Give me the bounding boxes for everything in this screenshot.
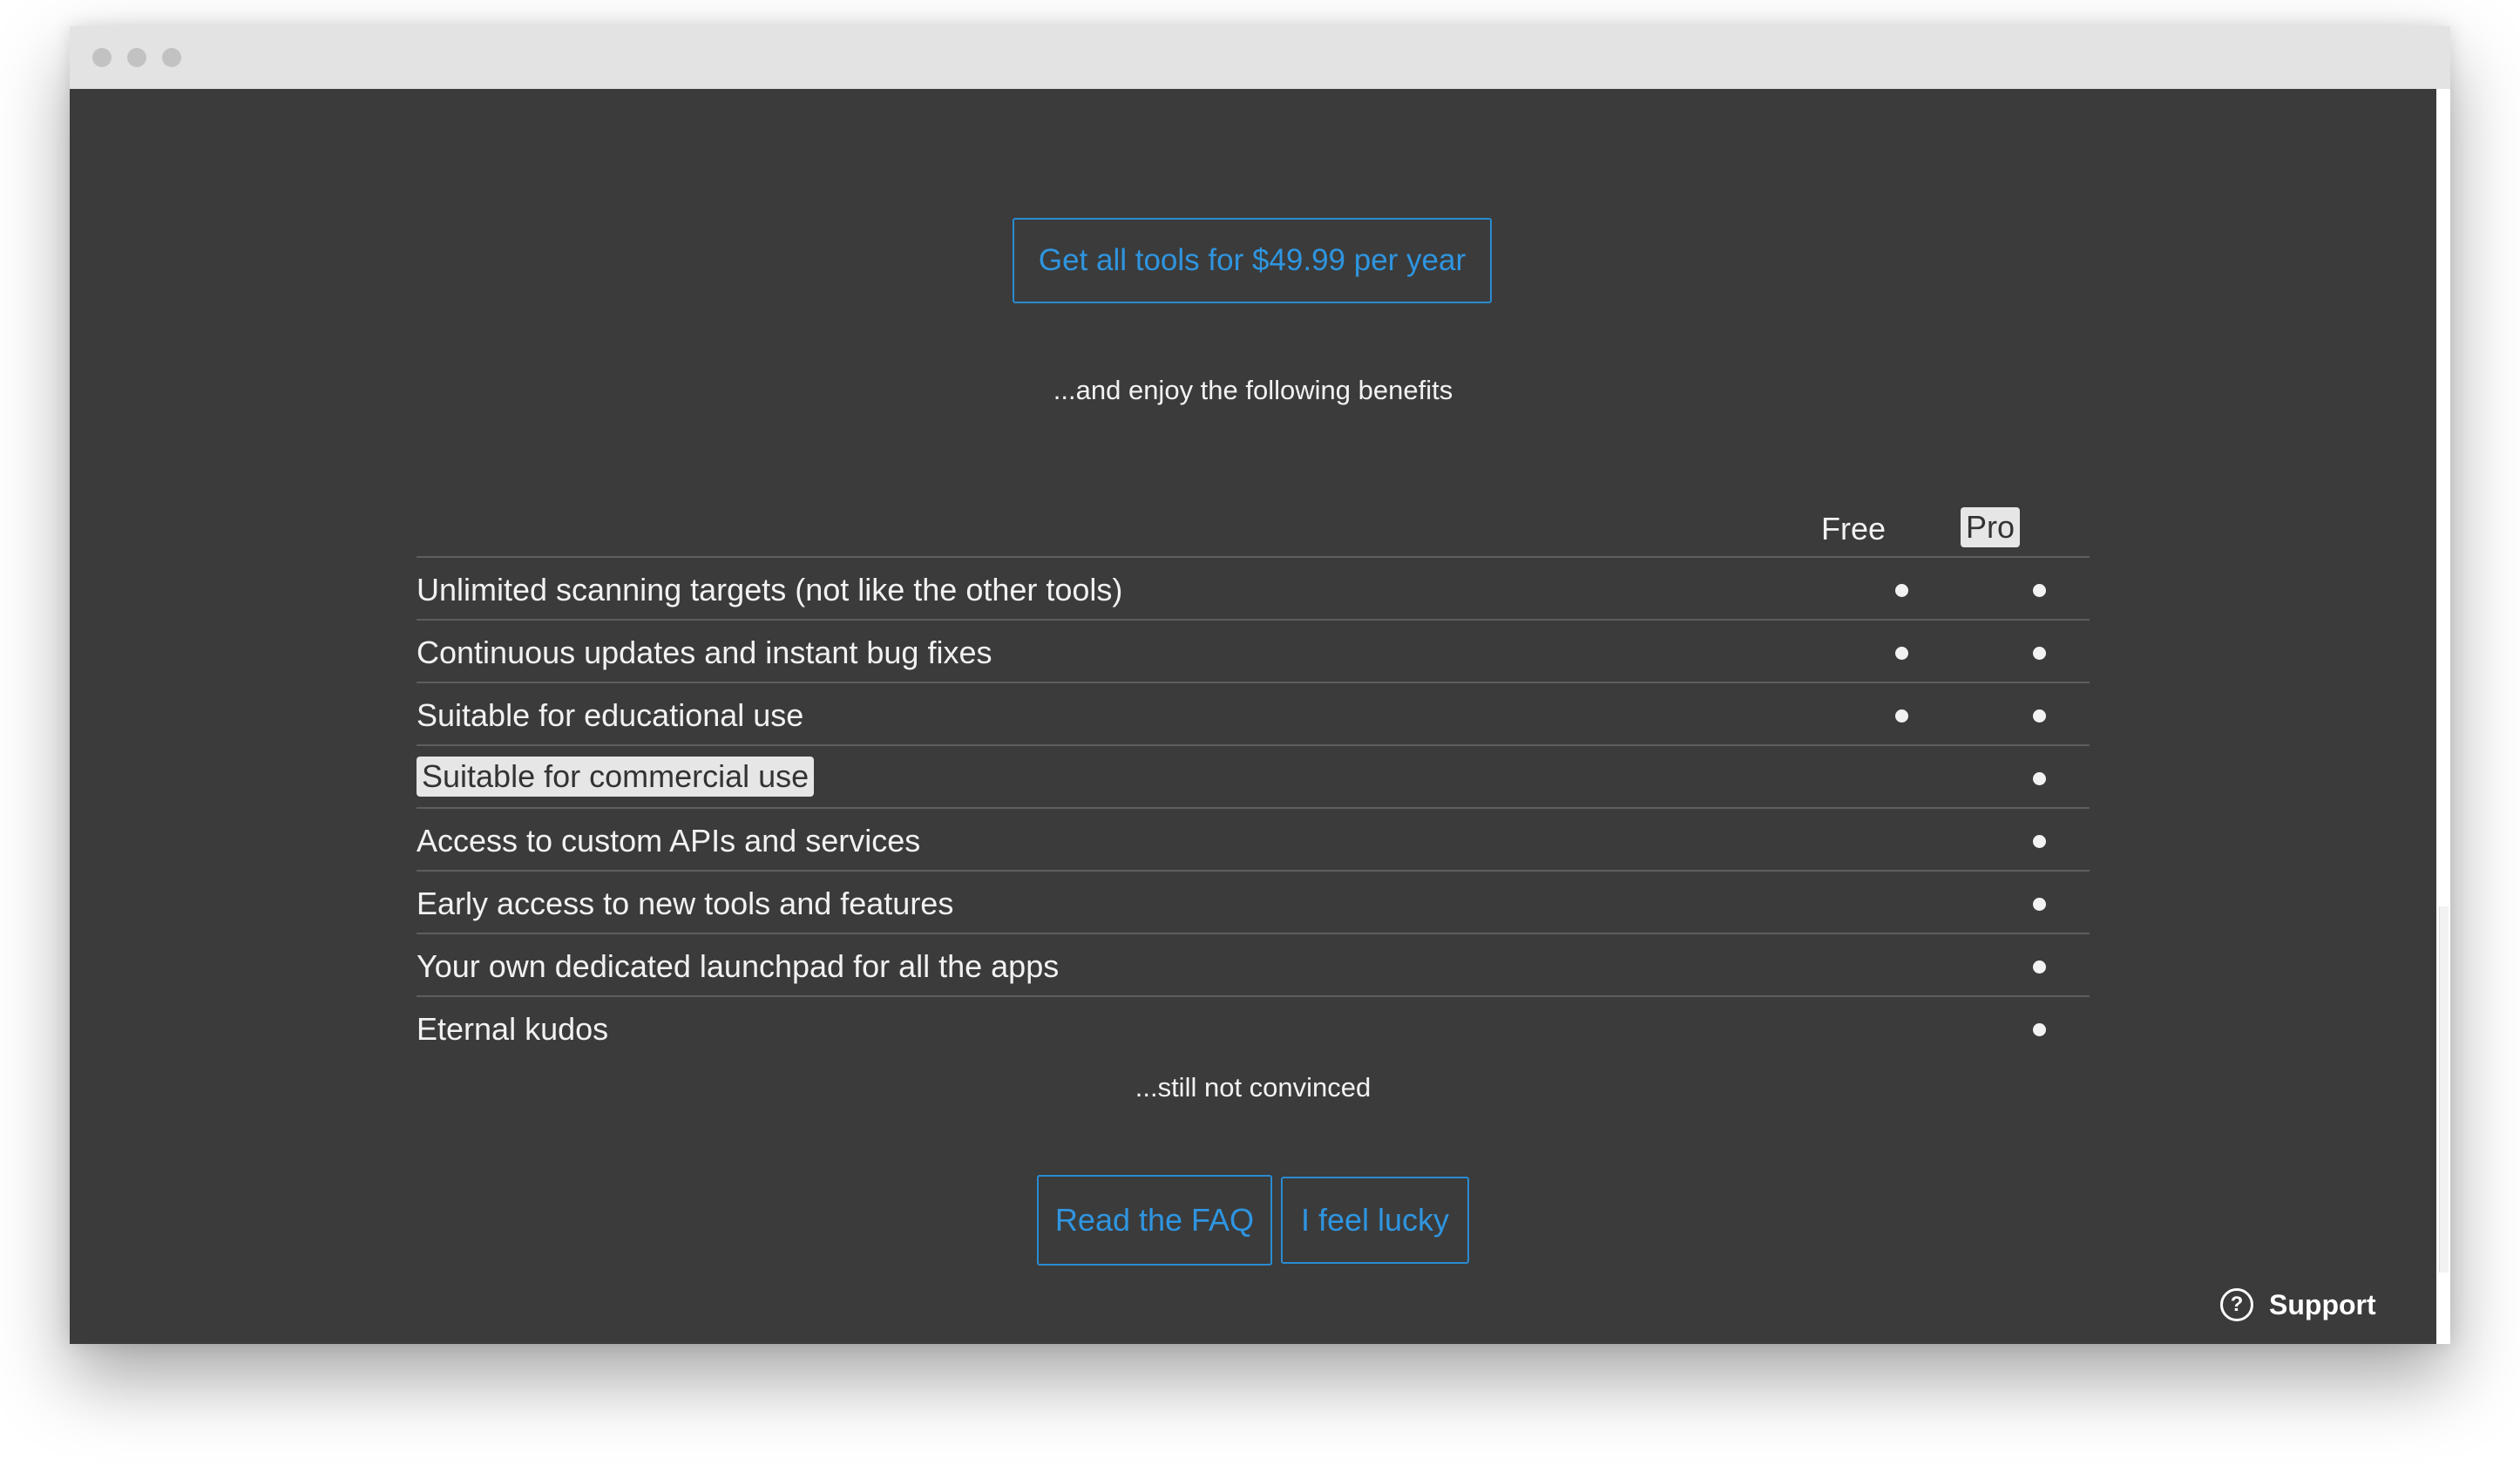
benefit-label: Access to custom APIs and services: [417, 823, 921, 859]
plan-comparison-table: Free Pro Unlimited scanning targets (not…: [417, 492, 2090, 1058]
table-row: Your own dedicated launchpad for all the…: [417, 934, 2090, 997]
benefit-label: Your own dedicated launchpad for all the…: [417, 948, 1060, 984]
benefit-label: Unlimited scanning targets (not like the…: [417, 572, 1123, 607]
pro-check-bullet-icon: [2033, 898, 2046, 911]
pro-check-bullet-icon: [2033, 835, 2046, 848]
column-pro: Pro: [1961, 507, 2021, 547]
pro-check-bullet-icon: [2033, 709, 2046, 723]
pro-check-bullet-icon: [2033, 960, 2046, 974]
table-row: Early access to new tools and features: [417, 872, 2090, 934]
support-button[interactable]: ? Support: [2220, 1285, 2376, 1325]
column-free: Free: [1821, 511, 1887, 546]
table-row: Eternal kudos: [417, 997, 2090, 1058]
page-content: Get all tools for $49.99 per year ...and…: [70, 89, 2436, 1344]
feel-lucky-button[interactable]: I feel lucky: [1281, 1177, 1469, 1264]
pro-check-bullet-icon: [2033, 647, 2046, 660]
benefits-intro-text: ...and enjoy the following benefits: [1053, 375, 1453, 405]
not-convinced-text: ...still not convinced: [1135, 1072, 1372, 1103]
benefit-label: Suitable for commercial use: [417, 757, 815, 797]
table-row: Access to custom APIs and services: [417, 809, 2090, 872]
table-row: Continuous updates and instant bug fixes: [417, 621, 2090, 683]
table-header: Free Pro: [417, 492, 2090, 558]
table-row: Suitable for commercial use: [417, 746, 2090, 809]
free-check-bullet-icon: [1895, 709, 1908, 723]
benefit-label: Early access to new tools and features: [417, 886, 954, 921]
table-body: Unlimited scanning targets (not like the…: [417, 558, 2090, 1058]
support-label: Support: [2269, 1288, 2376, 1320]
scrollbar-thumb[interactable]: [2439, 906, 2449, 1273]
benefit-label: Continuous updates and instant bug fixes: [417, 635, 992, 670]
read-faq-button[interactable]: Read the FAQ: [1037, 1175, 1272, 1266]
browser-window: Get all tools for $49.99 per year ...and…: [70, 26, 2450, 1344]
minimize-window-icon[interactable]: [127, 48, 146, 67]
maximize-window-icon[interactable]: [162, 48, 181, 67]
question-circle-icon: ?: [2220, 1288, 2253, 1321]
window-titlebar: [70, 26, 2450, 89]
pro-check-bullet-icon: [2033, 584, 2046, 597]
get-all-tools-button[interactable]: Get all tools for $49.99 per year: [1013, 218, 1492, 303]
table-row: Unlimited scanning targets (not like the…: [417, 558, 2090, 621]
close-window-icon[interactable]: [92, 48, 112, 67]
benefit-label: Suitable for educational use: [417, 697, 804, 733]
pro-check-bullet-icon: [2033, 772, 2046, 785]
benefit-label: Eternal kudos: [417, 1011, 609, 1047]
free-check-bullet-icon: [1895, 647, 1908, 660]
pro-check-bullet-icon: [2033, 1023, 2046, 1036]
table-row: Suitable for educational use: [417, 683, 2090, 746]
free-check-bullet-icon: [1895, 584, 1908, 597]
